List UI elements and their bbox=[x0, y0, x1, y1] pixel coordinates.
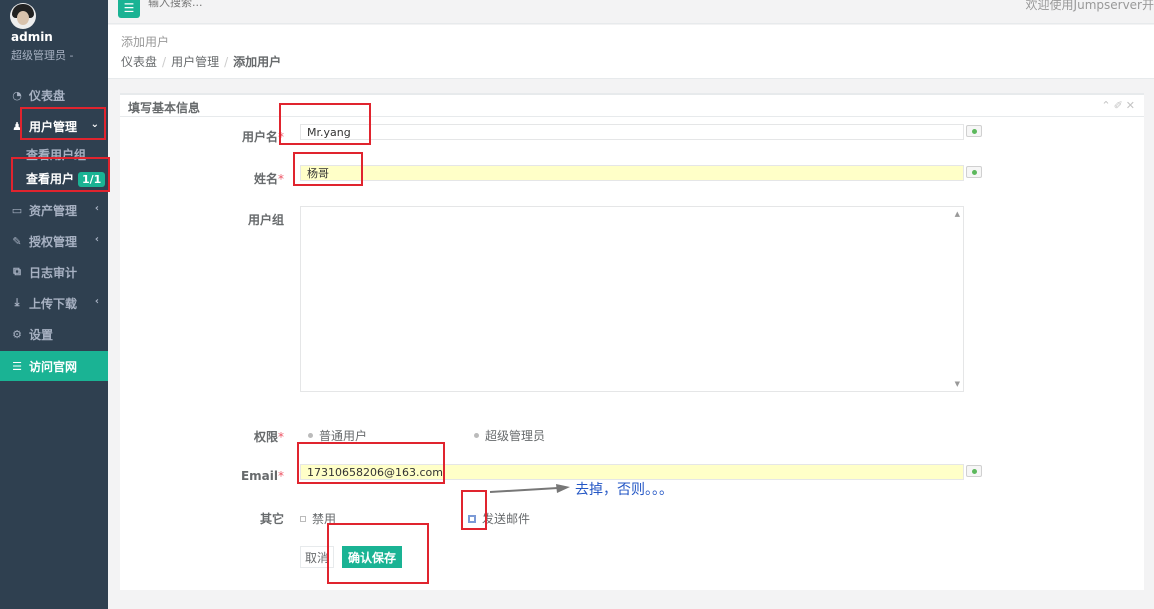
sidebar-item-label: 设置 bbox=[29, 327, 54, 342]
other-label: 其它 bbox=[259, 512, 284, 526]
sidebar-item-label: 授权管理 bbox=[29, 234, 78, 249]
annotation-box bbox=[461, 490, 487, 530]
panel-tools: ⌃✐✕ bbox=[1101, 99, 1138, 112]
close-icon[interactable]: ✕ bbox=[1126, 99, 1138, 112]
chevron-left-icon: ‹ bbox=[94, 296, 99, 307]
copy-icon: ⧉ bbox=[13, 265, 21, 278]
database-icon: ☰ bbox=[12, 359, 22, 373]
profile: admin 超级管理员 - bbox=[0, 0, 108, 66]
search-input[interactable] bbox=[148, 0, 348, 10]
radio-icon bbox=[474, 433, 479, 438]
sidebar-item-label: 访问官网 bbox=[29, 359, 78, 374]
role-admin-radio[interactable]: 超级管理员 bbox=[474, 427, 545, 444]
valid-check-icon bbox=[966, 465, 982, 477]
hdd-icon: ▭ bbox=[11, 203, 23, 217]
breadcrumb: 仪表盘 / 用户管理 / 添加用户 bbox=[121, 55, 282, 69]
sidebar-item-label: 资产管理 bbox=[29, 203, 78, 218]
collapse-icon[interactable]: ⌃ bbox=[1101, 99, 1113, 112]
page-title: 添加用户 bbox=[121, 35, 170, 49]
annotation-box bbox=[11, 157, 110, 192]
chevron-left-icon: ‹ bbox=[94, 234, 99, 245]
panel-title: 填写基本信息 bbox=[128, 101, 201, 115]
avatar[interactable] bbox=[10, 3, 36, 29]
panel-title-bar: 填写基本信息 ⌃✐✕ bbox=[120, 95, 1144, 117]
sidebar-item-label: 上传下载 bbox=[29, 296, 78, 311]
username-input[interactable] bbox=[300, 124, 964, 140]
breadcrumb-dashboard[interactable]: 仪表盘 bbox=[121, 55, 157, 69]
name-label: 姓名* bbox=[253, 172, 284, 186]
topbar: ☰ 欢迎使用Jumpserver开 bbox=[108, 0, 1154, 24]
sidebar-item-dashboard[interactable]: ◔ 仪表盘 bbox=[0, 81, 108, 109]
hamburger-icon: ☰ bbox=[123, 1, 135, 15]
welcome-text: 欢迎使用Jumpserver开 bbox=[1025, 0, 1154, 12]
sidebar-item-website[interactable]: ☰ 访问官网 bbox=[0, 351, 108, 381]
group-select[interactable]: ▲ ▼ bbox=[300, 206, 964, 392]
page-heading: 添加用户 仪表盘 / 用户管理 / 添加用户 bbox=[108, 25, 1154, 79]
sidebar-item-label: 日志审计 bbox=[29, 265, 78, 280]
username-label: 用户名* bbox=[241, 130, 284, 144]
annotation-box bbox=[327, 523, 429, 584]
scroll-up-icon[interactable]: ▲ bbox=[955, 210, 960, 218]
sidebar: admin 超级管理员 - ◔ 仪表盘 ♟ 用户管理 ⌄ 查看用户组 查看用户 1… bbox=[0, 0, 108, 609]
checkbox-icon bbox=[300, 515, 306, 522]
name-input[interactable] bbox=[300, 165, 964, 181]
chevron-left-icon: ‹ bbox=[94, 203, 99, 214]
annotation-box bbox=[279, 103, 371, 145]
menu-toggle-button[interactable]: ☰ bbox=[118, 0, 140, 18]
group-label: 用户组 bbox=[247, 213, 284, 227]
gears-icon: ⚙ bbox=[12, 327, 22, 341]
dashboard-icon: ◔ bbox=[12, 88, 22, 102]
wrench-icon[interactable]: ✐ bbox=[1114, 99, 1126, 112]
scroll-down-icon[interactable]: ▼ bbox=[955, 380, 960, 388]
profile-name[interactable]: admin bbox=[11, 30, 53, 44]
sidebar-item-upload[interactable]: ⤓ 上传下载 ‹ bbox=[0, 289, 108, 317]
email-label: Email* bbox=[240, 469, 284, 483]
valid-check-icon bbox=[966, 125, 982, 137]
breadcrumb-users[interactable]: 用户管理 bbox=[171, 55, 219, 69]
radio-icon bbox=[308, 433, 313, 438]
annotation-box bbox=[293, 152, 363, 186]
sidebar-item-perms[interactable]: ✎ 授权管理 ‹ bbox=[0, 227, 108, 255]
sidebar-item-label: 仪表盘 bbox=[29, 88, 66, 103]
valid-check-icon bbox=[966, 166, 982, 178]
annotation-box bbox=[297, 442, 445, 484]
profile-role[interactable]: 超级管理员 - bbox=[11, 47, 73, 63]
role-label: 权限* bbox=[253, 430, 284, 444]
annotation-note: 去掉，否则。。。 bbox=[575, 482, 673, 498]
sidebar-item-logs[interactable]: ⧉ 日志审计 bbox=[0, 258, 108, 286]
sidebar-item-settings[interactable]: ⚙ 设置 bbox=[0, 320, 108, 348]
download-icon: ⤓ bbox=[14, 296, 20, 309]
breadcrumb-current: 添加用户 bbox=[233, 55, 282, 69]
edit-icon: ✎ bbox=[12, 234, 22, 248]
sidebar-item-assets[interactable]: ▭ 资产管理 ‹ bbox=[0, 196, 108, 224]
annotation-box bbox=[20, 107, 106, 140]
annotation-arrow-icon bbox=[489, 484, 570, 493]
